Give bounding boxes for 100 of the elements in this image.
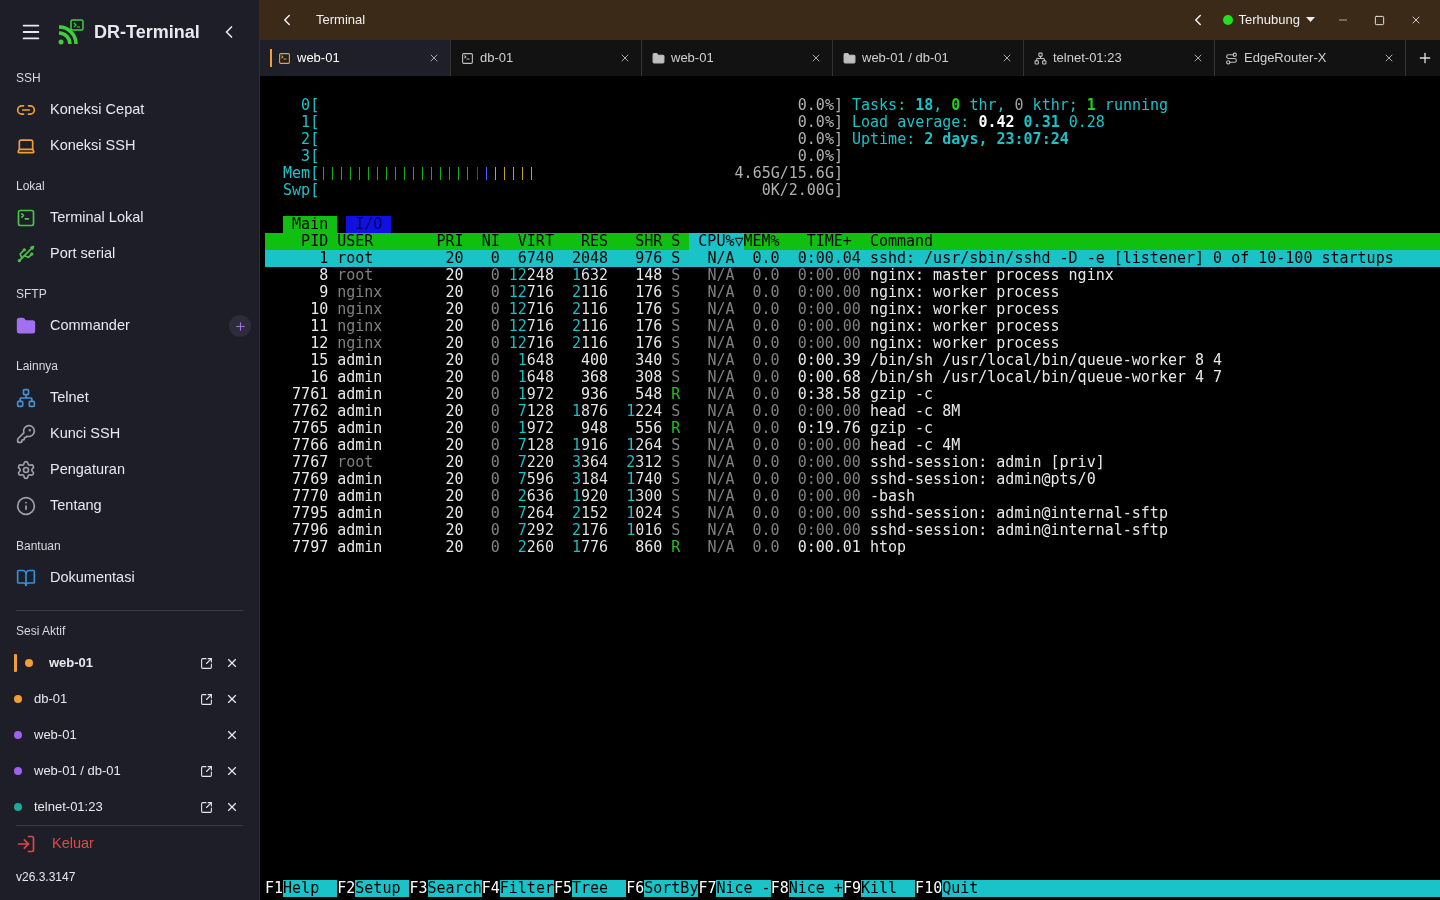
session-item[interactable]: telnet-01:23 bbox=[0, 789, 259, 825]
process-row[interactable]: 7765 admin 20 0 1972 948 556 R N/A 0.0 0:19.76 gzip -c bbox=[265, 420, 1440, 437]
session-item[interactable]: web-01 / db-01 bbox=[0, 753, 259, 789]
sidebar-item[interactable]: Koneksi Cepat bbox=[0, 92, 259, 128]
sidebar-item[interactable]: Telnet bbox=[0, 380, 259, 416]
close-icon[interactable] bbox=[428, 52, 440, 64]
function-key-label[interactable]: Kill bbox=[860, 880, 916, 897]
function-key-label[interactable]: Setup bbox=[355, 880, 410, 897]
sidebar-item[interactable]: Koneksi SSH bbox=[0, 128, 259, 164]
process-row[interactable]: 9 nginx 20 0 12716 2116 176 S N/A 0.0 0:00.00 nginx: worker process bbox=[265, 284, 1440, 301]
column-header[interactable]: CPU%▽ bbox=[689, 233, 744, 250]
function-key-label[interactable]: Quit bbox=[942, 880, 1440, 897]
sidebar-item[interactable]: Terminal Lokal bbox=[0, 200, 259, 236]
process-row[interactable]: 7766 admin 20 0 7128 1916 1264 S N/A 0.0 0:00.00 head -c 4M bbox=[265, 437, 1440, 454]
sidebar-item[interactable]: Kunci SSH bbox=[0, 416, 259, 452]
function-key-label[interactable]: Search bbox=[427, 880, 482, 897]
table-cell-text: 7761 bbox=[291, 386, 329, 403]
popout-icon[interactable] bbox=[200, 692, 213, 706]
function-key-label[interactable]: Nice + bbox=[788, 880, 843, 897]
process-row[interactable]: 7770 admin 20 0 2636 1920 1300 S N/A 0.0 0:00.00 -bash bbox=[265, 488, 1440, 505]
close-icon[interactable] bbox=[1192, 52, 1204, 64]
column-header[interactable]: USER bbox=[328, 233, 419, 250]
table-cell-text: root bbox=[336, 250, 375, 267]
close-icon[interactable] bbox=[225, 764, 239, 778]
column-header[interactable]: VIRT bbox=[499, 233, 554, 250]
session-item[interactable]: db-01 bbox=[0, 681, 259, 717]
meter-label: 3[ bbox=[300, 148, 320, 165]
tab[interactable]: web-01 bbox=[260, 40, 451, 76]
process-row[interactable]: 7795 admin 20 0 7264 2152 1024 S N/A 0.0 0:00.00 sshd-session: admin@internal-sftp bbox=[265, 505, 1440, 522]
sidebar-item[interactable]: Commander bbox=[0, 308, 259, 344]
table-cell-text: 0 bbox=[489, 454, 500, 471]
close-icon[interactable] bbox=[225, 800, 239, 814]
function-key-label[interactable]: Filter bbox=[499, 880, 554, 897]
sidebar-item[interactable]: Dokumentasi bbox=[0, 560, 259, 596]
column-header[interactable]: PRI bbox=[418, 233, 464, 250]
new-tab-icon[interactable] bbox=[1417, 50, 1433, 66]
sidebar-item[interactable]: Tentang bbox=[0, 488, 259, 524]
popout-icon[interactable] bbox=[200, 800, 213, 814]
terminal-icon bbox=[461, 51, 474, 65]
column-header[interactable]: MEM% bbox=[743, 233, 780, 250]
function-key-label[interactable]: Nice - bbox=[716, 880, 771, 897]
sidebar-item[interactable]: Pengaturan bbox=[0, 452, 259, 488]
close-icon[interactable] bbox=[1410, 14, 1422, 26]
close-icon[interactable] bbox=[810, 52, 822, 64]
column-header[interactable]: Command bbox=[851, 233, 934, 250]
session-item[interactable]: web-01 bbox=[0, 717, 259, 753]
add-button[interactable] bbox=[229, 315, 251, 337]
close-icon[interactable] bbox=[225, 656, 239, 670]
process-row[interactable]: 15 admin 20 0 1648 400 340 S N/A 0.0 0:00.39 /bin/sh /usr/local/bin/queue-worker 8 4 bbox=[265, 352, 1440, 369]
process-row[interactable]: 10 nginx 20 0 12716 2116 176 S N/A 0.0 0:00.00 nginx: worker process bbox=[265, 301, 1440, 318]
maximize-icon[interactable] bbox=[1374, 14, 1385, 26]
function-key-label[interactable]: Help bbox=[283, 880, 338, 897]
close-icon[interactable] bbox=[225, 692, 239, 706]
sidebar-item[interactable]: Port serial bbox=[0, 236, 259, 272]
function-key-label[interactable]: Tree bbox=[572, 880, 627, 897]
process-row[interactable]: 12 nginx 20 0 12716 2116 176 S N/A 0.0 0:00.00 nginx: worker process bbox=[265, 335, 1440, 352]
popout-icon[interactable] bbox=[200, 764, 213, 778]
process-row[interactable]: 16 admin 20 0 1648 368 308 S N/A 0.0 0:00.68 /bin/sh /usr/local/bin/queue-worker 4 7 bbox=[265, 369, 1440, 386]
function-key-label[interactable]: SortBy bbox=[644, 880, 699, 897]
process-row[interactable]: 8 root 20 0 12248 1632 148 S N/A 0.0 0:00.00 nginx: master process nginx bbox=[265, 267, 1440, 284]
function-key: F1 bbox=[265, 880, 284, 897]
column-header[interactable]: S bbox=[662, 233, 681, 250]
table-cell-text: S bbox=[670, 335, 681, 352]
close-icon[interactable] bbox=[1383, 52, 1395, 64]
table-cell-text: 0:38.58 bbox=[796, 386, 861, 403]
close-icon[interactable] bbox=[1001, 52, 1013, 64]
table-cell-text: 20 bbox=[444, 352, 464, 369]
column-header[interactable]: SHR bbox=[608, 233, 663, 250]
process-row[interactable]: 7761 admin 20 0 1972 936 548 R N/A 0.0 0:38.58 gzip -c bbox=[265, 386, 1440, 403]
table-cell-text: 936 bbox=[580, 386, 609, 403]
process-row[interactable]: 7762 admin 20 0 7128 1876 1224 S N/A 0.0 0:00.00 head -c 8M bbox=[265, 403, 1440, 420]
table-cell-text: 20 bbox=[444, 284, 464, 301]
close-icon[interactable] bbox=[225, 728, 239, 742]
logout-button[interactable]: Keluar bbox=[0, 826, 259, 862]
column-header[interactable]: PID bbox=[265, 233, 329, 250]
table-cell-text: 20 bbox=[444, 335, 464, 352]
popout-icon[interactable] bbox=[200, 656, 213, 670]
column-header[interactable]: TIME+ bbox=[779, 233, 852, 250]
session-item[interactable]: web-01 bbox=[0, 645, 259, 681]
key-icon bbox=[16, 424, 36, 444]
table-cell-text: 0:00.00 bbox=[796, 301, 861, 318]
column-header[interactable]: NI bbox=[463, 233, 500, 250]
column-header[interactable]: RES bbox=[553, 233, 609, 250]
process-row[interactable]: 11 nginx 20 0 12716 2116 176 S N/A 0.0 0:00.00 nginx: worker process bbox=[265, 318, 1440, 335]
function-key: F4 bbox=[481, 880, 500, 897]
table-cell-text: N/A bbox=[706, 250, 735, 267]
table-cell-text: sshd-session: admin [priv] bbox=[868, 454, 1105, 471]
connection-status[interactable]: Terhubung bbox=[1222, 10, 1315, 30]
process-row[interactable]: 1 root 20 0 6740 2048 976 S N/A 0.0 0:00.04 sshd: /usr/sbin/sshd -D -e [listener] 0 of 10-100 startups bbox=[265, 250, 1440, 267]
process-row[interactable]: 7796 admin 20 0 7292 2176 1016 S N/A 0.0 0:00.00 sshd-session: admin@internal-sftp bbox=[265, 522, 1440, 539]
process-row[interactable]: 7797 admin 20 0 2260 1776 860 R N/A 0.0 0:00.01 htop bbox=[265, 539, 1440, 556]
close-icon[interactable] bbox=[619, 52, 631, 64]
view-tab[interactable]: Main bbox=[283, 216, 338, 233]
table-cell-text: N/A bbox=[706, 471, 735, 488]
table-cell-text: 0.0 bbox=[751, 335, 780, 352]
table-cell-text: 20 bbox=[444, 267, 464, 284]
meter-label: 0[ bbox=[300, 97, 320, 114]
table-cell-text: N/A bbox=[706, 488, 735, 505]
process-row[interactable]: 7769 admin 20 0 7596 3184 1740 S N/A 0.0 0:00.00 sshd-session: admin@pts/0 bbox=[265, 471, 1440, 488]
process-row[interactable]: 7767 root 20 0 7220 3364 2312 S N/A 0.0 0:00.00 sshd-session: admin [priv] bbox=[265, 454, 1440, 471]
